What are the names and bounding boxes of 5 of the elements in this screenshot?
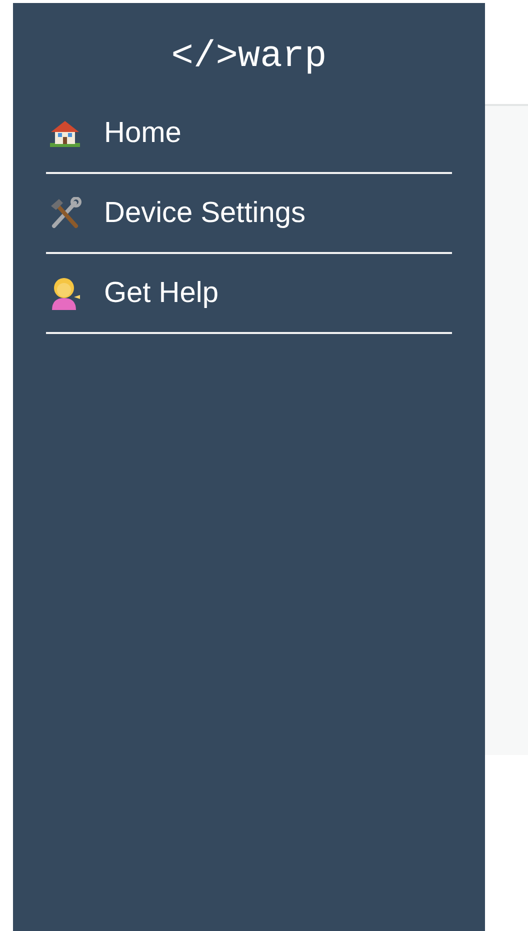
menu-item[interactable]: Device Settings — [46, 174, 452, 254]
menu-item[interactable]: Get Help — [46, 254, 452, 334]
menu-item[interactable]: Home — [46, 94, 452, 174]
logo: </>warp — [171, 36, 327, 78]
house-icon — [48, 118, 82, 148]
